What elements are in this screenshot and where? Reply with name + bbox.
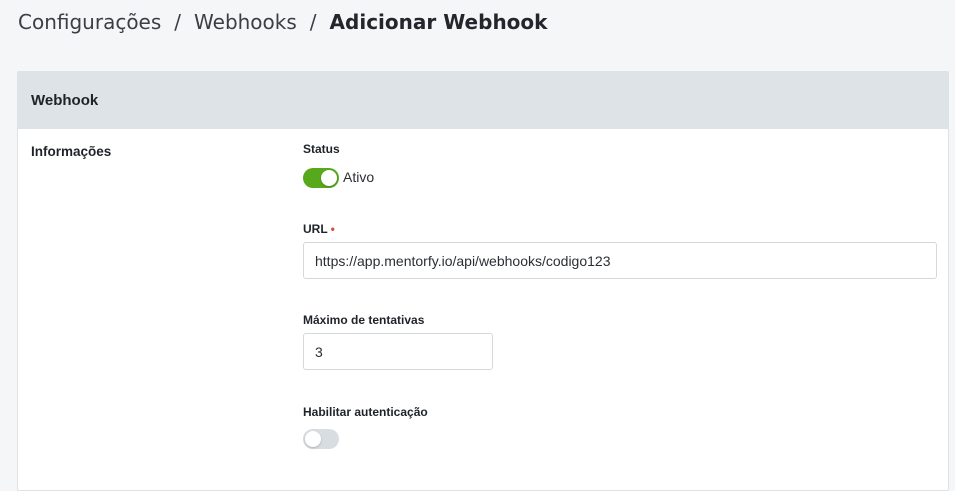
card-header: Webhook (18, 72, 948, 129)
breadcrumb-item-webhooks[interactable]: Webhooks (194, 10, 297, 34)
toggle-knob (321, 170, 337, 186)
webhook-card: Webhook Informações Status Ativo URL• Má… (17, 71, 949, 491)
max-attempts-label: Máximo de tentativas (303, 313, 425, 327)
url-label-text: URL (303, 222, 328, 236)
breadcrumb: Configurações / Webhooks / Adicionar Web… (18, 8, 547, 36)
page-title: Adicionar Webhook (329, 10, 548, 34)
url-input[interactable] (303, 242, 937, 279)
breadcrumb-separator: / (309, 10, 317, 34)
card-title: Webhook (31, 92, 99, 109)
url-label: URL • (303, 222, 335, 236)
breadcrumb-item-configuracoes[interactable]: Configurações (18, 10, 161, 34)
status-state-text: Ativo (343, 169, 375, 185)
status-label: Status (303, 142, 340, 156)
toggle-knob (305, 431, 321, 447)
auth-label: Habilitar autenticação (303, 405, 428, 419)
required-marker: • (330, 222, 335, 236)
max-attempts-input[interactable] (303, 333, 493, 370)
section-label-informacoes: Informações (31, 144, 112, 159)
auth-toggle[interactable] (303, 429, 339, 449)
breadcrumb-separator: / (174, 10, 182, 34)
status-toggle[interactable] (303, 168, 339, 188)
